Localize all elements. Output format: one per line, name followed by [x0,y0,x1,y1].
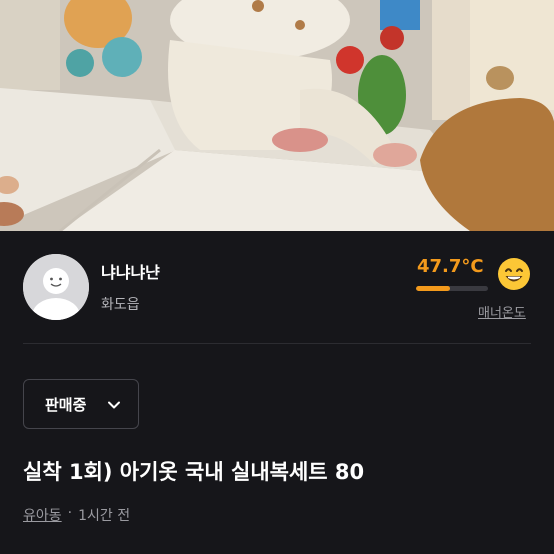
listing-time: 1시간 전 [78,508,131,524]
listing-category-link[interactable]: 유아동 [23,505,62,525]
listing-title: 실착 1회) 아기옷 국내 실내복세트 80 [23,460,365,484]
listing-meta: 유아동 · 1시간 전 [23,505,130,525]
chevron-down-icon [108,401,120,409]
default-avatar-icon [23,254,89,320]
manner-temperature-bar [416,286,488,291]
manner-temperature: 47.7°C [417,256,484,277]
manner-temperature-link[interactable]: 매너온도 [478,302,526,321]
manner-temperature-bar-fill [416,286,451,291]
sale-status-dropdown[interactable]: 판매중 [23,379,139,429]
meta-separator: · [67,505,73,521]
seller-avatar[interactable] [23,254,89,320]
seller-name[interactable]: 냐냐냐냔 [101,259,160,283]
product-photo-illustration [0,0,554,231]
section-divider [23,343,531,344]
seller-location: 화도읍 [101,297,140,313]
smiling-face-icon [497,257,531,291]
product-photo[interactable] [0,0,554,231]
sale-status-label: 판매중 [45,395,87,414]
